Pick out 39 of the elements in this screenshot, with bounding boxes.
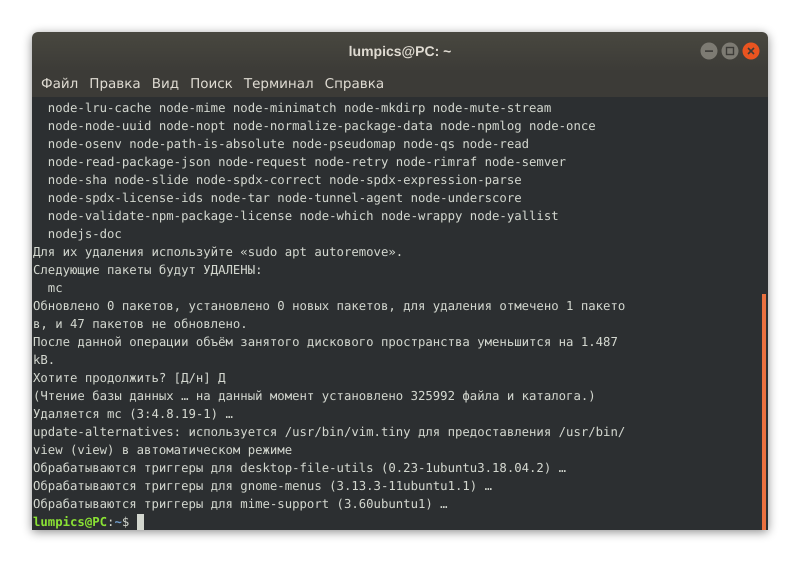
terminal-line: view (view) в автоматическом режиме (33, 442, 292, 459)
menu-item[interactable]: Правка (84, 74, 146, 94)
terminal-line: Обрабатываются триггеры для gnome-menus (3.13.3-11ubuntu1.1) … (33, 478, 492, 495)
prompt-separator: : (107, 514, 114, 530)
terminal-line: Следующие пакеты будут УДАЛЕНЫ: (33, 262, 263, 279)
terminal-line: nodejs-doc (46, 226, 122, 243)
prompt-symbol: $ (122, 514, 130, 530)
terminal-line: node-sha node-slide node-spdx-correct node-spdx-expression-parse (46, 172, 522, 189)
terminal-line: Обновлено 0 пакетов, установлено 0 новых пакетов, для удаления отмечено 1 пакето (33, 298, 626, 315)
minimize-icon[interactable] (700, 42, 718, 60)
terminal-line: node-node-uuid node-nopt node-normalize-package-data node-npmlog node-once (46, 118, 596, 135)
window-title: lumpics@PC: ~ (348, 43, 452, 59)
terminal-line: После данной операции объём занятого дискового пространства уменьшится на 1.487 (33, 334, 618, 351)
terminal-line: Удаляется mc (3:4.8.19-1) … (33, 406, 233, 423)
menu-item[interactable]: Вид (146, 74, 184, 94)
close-icon[interactable] (742, 42, 760, 60)
terminal-line: node-spdx-license-ids node-tar node-tunnel-agent node-underscore (46, 190, 522, 207)
menu-item[interactable]: Терминал (238, 74, 319, 94)
terminal-line: update-alternatives: используется /usr/bin/vim.tiny для предоставления /usr/bin/ (33, 424, 626, 441)
terminal-line: node-read-package-json node-request node-retry node-rimraf node-semver (46, 154, 566, 171)
terminal-line: kB. (33, 352, 56, 369)
terminal-line: mc (46, 280, 63, 297)
terminal-line: Хотите продолжить? [Д/н] Д (33, 370, 226, 387)
prompt-path: ~ (114, 514, 122, 530)
terminal-line: node-osenv node-path-is-absolute node-pseudomap node-qs node-read (46, 136, 530, 153)
menu-item[interactable]: Файл (36, 74, 84, 94)
terminal-line: Обрабатываются триггеры для mime-support (3.60ubuntu1) … (33, 496, 448, 513)
terminal-line: в, и 47 пакетов не обновлено. (33, 316, 248, 333)
menu-item[interactable]: Поиск (185, 74, 238, 94)
scrollbar-thumb[interactable] (762, 294, 766, 530)
terminal-line: Для их удаления используйте «sudo apt autoremove». (33, 244, 404, 261)
maximize-icon[interactable] (721, 42, 739, 60)
terminal-line: Обрабатываются триггеры для desktop-file-utils (0.23-1ubuntu3.18.04.2) … (33, 460, 566, 477)
menu-item[interactable]: Справка (320, 74, 390, 94)
terminal-line: (Чтение базы данных … на данный момент установлено 325992 файла и каталога.) (33, 388, 596, 405)
prompt-user-host: lumpics@PC (33, 514, 108, 530)
terminal-line: node-lru-cache node-mime node-minimatch node-mkdirp node-mute-stream (46, 100, 552, 117)
terminal-line: node-validate-npm-package-license node-which node-wrappy node-yallist (46, 208, 559, 225)
text-cursor (136, 514, 144, 530)
